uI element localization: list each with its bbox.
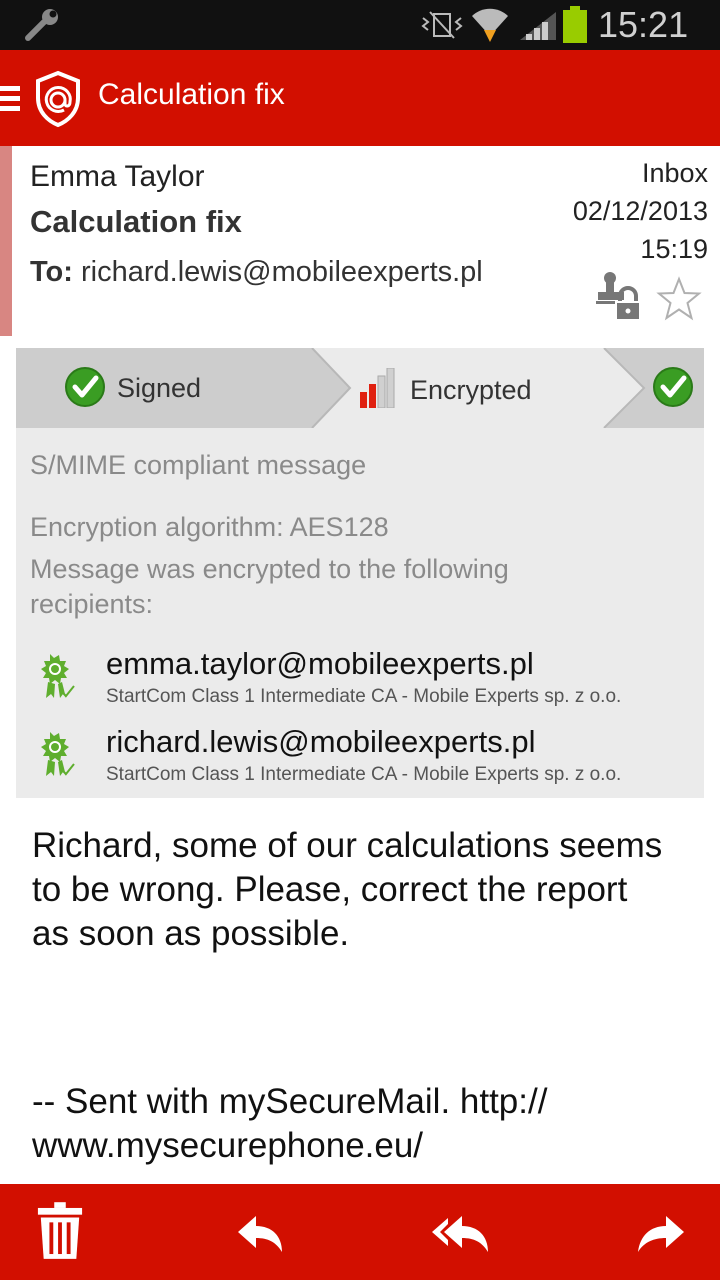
message-date: 02/12/2013 xyxy=(572,196,708,226)
action-bar: Calculation fix xyxy=(0,50,720,146)
security-details-panel: S/MIME compliant message Encryption algo… xyxy=(16,428,704,798)
smime-compliant-text: S/MIME compliant message xyxy=(30,450,367,480)
reply-icon xyxy=(238,1216,282,1252)
security-tabs: Signed Encrypted xyxy=(16,348,704,428)
recipient-email: emma.taylor@mobileexperts.pl xyxy=(106,646,534,681)
to-address[interactable]: richard.lewis@mobileexperts.pl xyxy=(81,256,483,288)
recipient-email: richard.lewis@mobileexperts.pl xyxy=(106,724,536,759)
message-signature: -- Sent with mySecureMail. http:// www.m… xyxy=(32,1082,548,1165)
delete-button[interactable] xyxy=(0,1184,120,1280)
star-outline-icon[interactable] xyxy=(656,276,702,322)
recipient-issuer: StartCom Class 1 Intermediate CA - Mobil… xyxy=(106,764,622,785)
status-bar: 15:21 xyxy=(0,0,720,50)
green-check-icon xyxy=(653,367,693,407)
status-time: 15:21 xyxy=(598,4,689,45)
certificate-icon xyxy=(41,654,75,698)
menu-icon[interactable] xyxy=(0,84,20,114)
recipient-issuer: StartCom Class 1 Intermediate CA - Mobil… xyxy=(106,686,622,707)
sender-name: Emma Taylor xyxy=(30,160,205,193)
message-time: 15:19 xyxy=(640,234,708,264)
message-header: Emma Taylor Calculation fix To: richard.… xyxy=(0,146,720,336)
folder-name: Inbox xyxy=(641,158,708,188)
forward-button[interactable] xyxy=(600,1184,720,1280)
reply-all-icon xyxy=(432,1216,488,1252)
message-subject: Calculation fix xyxy=(30,204,242,239)
recipient-certificate[interactable]: emma.taylor@mobileexperts.pl StartCom Cl… xyxy=(32,646,702,716)
to-label: To: xyxy=(30,256,73,288)
reply-button[interactable] xyxy=(200,1184,320,1280)
wrench-icon xyxy=(25,9,58,41)
seal-lock-icon xyxy=(596,272,641,321)
vibrate-icon xyxy=(421,11,463,39)
certificate-icon xyxy=(41,732,75,776)
encryption-algorithm: Encryption algorithm: AES128 xyxy=(30,512,389,542)
encrypted-to-text: Message was encrypted to the following r… xyxy=(30,554,509,619)
action-bar-title: Calculation fix xyxy=(98,78,285,111)
recipient-certificate[interactable]: richard.lewis@mobileexperts.pl StartCom … xyxy=(32,724,702,794)
unread-accent-bar xyxy=(0,146,12,336)
wifi-icon xyxy=(472,8,508,42)
bottom-action-bar xyxy=(0,1184,720,1280)
signal-icon xyxy=(520,12,556,40)
tab-verified[interactable] xyxy=(16,348,704,428)
shield-at-icon[interactable] xyxy=(34,70,82,128)
delete-icon xyxy=(37,1202,83,1259)
reply-all-button[interactable] xyxy=(400,1184,520,1280)
message-body: Richard, some of our calculations seems … xyxy=(32,826,663,953)
battery-icon xyxy=(563,6,587,43)
recipient-line: To: richard.lewis@mobileexperts.pl xyxy=(30,256,483,289)
forward-icon xyxy=(638,1216,684,1252)
